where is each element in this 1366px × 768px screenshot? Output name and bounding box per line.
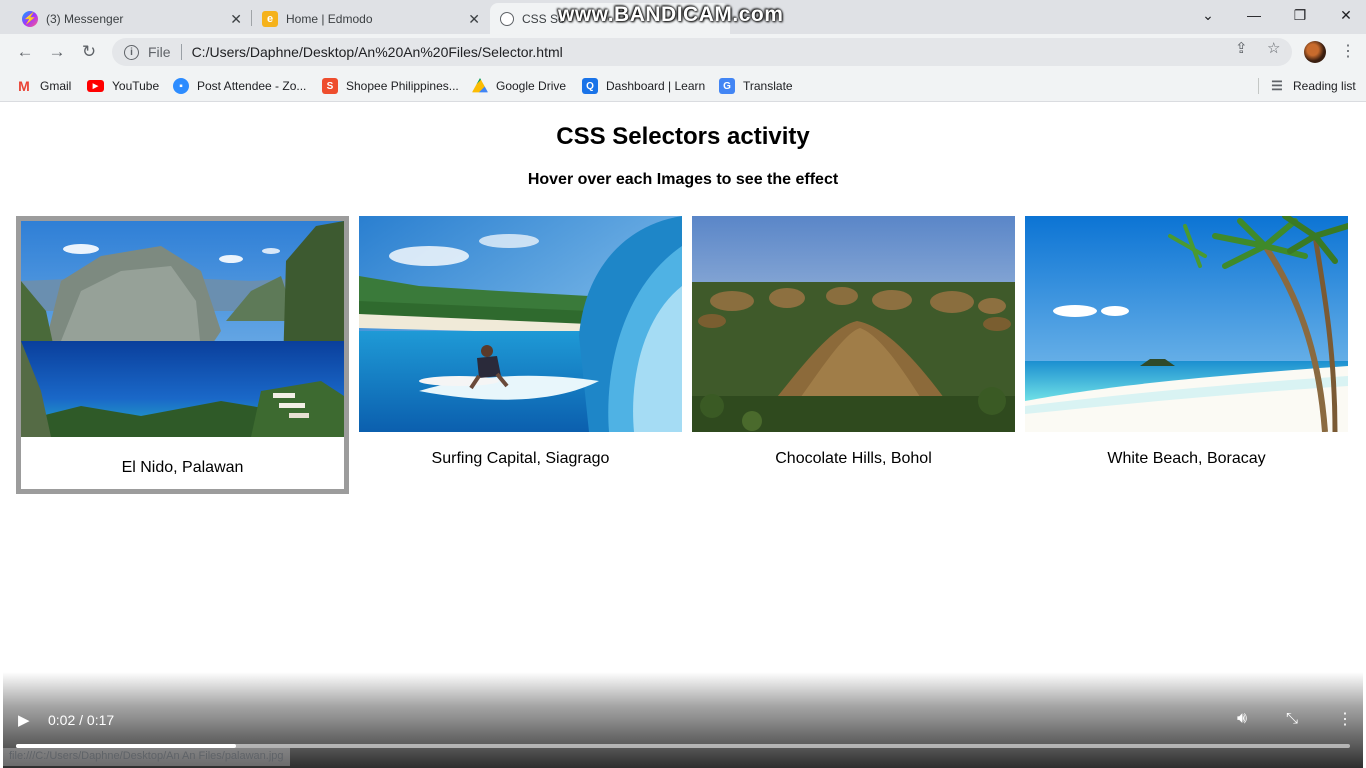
minimize-icon[interactable]: — xyxy=(1231,0,1277,30)
translate-icon: G xyxy=(719,78,735,94)
card-caption: Chocolate Hills, Bohol xyxy=(775,450,932,467)
bookmark-star-icon[interactable]: ☆ xyxy=(1267,39,1280,57)
restore-icon[interactable]: ❐ xyxy=(1277,0,1323,30)
card-caption: Surfing Capital, Siagrago xyxy=(431,450,610,467)
close-window-icon[interactable]: ✕ xyxy=(1323,0,1366,30)
chocolate-hills-photo xyxy=(692,216,1015,432)
tab-search-chevron-icon[interactable]: ⌄ xyxy=(1185,0,1231,30)
volume-icon[interactable]: 🔊︎ xyxy=(1237,710,1247,728)
bookmark-gmail[interactable]: M Gmail xyxy=(16,76,71,96)
el-nido-photo xyxy=(21,221,344,437)
zoom-icon: ▪ xyxy=(173,78,189,94)
video-time: 0:02 / 0:17 xyxy=(48,712,115,728)
address-divider xyxy=(180,44,182,60)
tab-title: Home | Edmodo xyxy=(286,11,373,26)
bookmarks-bar: M Gmail ▶ YouTube ▪ Post Attendee - Zo..… xyxy=(0,70,1366,102)
learn-icon: Q xyxy=(582,78,598,94)
video-menu-icon[interactable]: ⋮ xyxy=(1337,709,1353,729)
address-url[interactable]: C:/Users/Daphne/Desktop/An%20An%20Files/… xyxy=(192,44,563,60)
menu-kebab-icon[interactable]: ⋮ xyxy=(1340,41,1356,61)
tab-messenger[interactable]: ⚡ (3) Messenger ✕ xyxy=(12,3,250,34)
bookmark-label: Google Drive xyxy=(496,79,567,93)
globe-icon xyxy=(500,11,514,26)
card-caption: White Beach, Boracay xyxy=(1107,450,1266,467)
play-icon[interactable]: ▶ xyxy=(18,711,30,729)
shopee-icon: S xyxy=(322,78,338,94)
address-scheme: File xyxy=(148,44,171,60)
screen: ⚡ (3) Messenger ✕ e Home | Edmodo ✕ CSS … xyxy=(0,0,1366,768)
surfing-photo xyxy=(359,216,682,432)
profile-avatar[interactable] xyxy=(1304,41,1326,63)
page-content: CSS Selectors activity Hover over each I… xyxy=(3,103,1363,768)
bookmark-label: Shopee Philippines... xyxy=(346,79,459,93)
bookmark-label: Post Attendee - Zo... xyxy=(197,79,307,93)
close-tab-icon[interactable]: ✕ xyxy=(230,11,242,28)
tab-strip: ⚡ (3) Messenger ✕ e Home | Edmodo ✕ CSS … xyxy=(0,0,1366,34)
status-bar-url: file:///C:/Users/Daphne/Desktop/An An Fi… xyxy=(3,748,290,766)
reading-list-label: Reading list xyxy=(1293,79,1356,93)
youtube-icon: ▶ xyxy=(87,80,104,92)
forward-arrow-icon[interactable]: → xyxy=(44,39,70,65)
card-caption: El Nido, Palawan xyxy=(121,459,244,476)
bookmark-label: Dashboard | Learn xyxy=(606,79,706,93)
exit-fullscreen-icon[interactable]: ⤡ xyxy=(1286,710,1298,727)
image-card-el-nido[interactable]: El Nido, Palawan xyxy=(16,216,349,494)
address-bar[interactable]: i File C:/Users/Daphne/Desktop/An%20An%2… xyxy=(112,38,1292,66)
bookmark-label: Translate xyxy=(743,79,793,93)
bookmark-dashboard-learn[interactable]: Q Dashboard | Learn xyxy=(582,76,705,96)
image-card-surfing[interactable]: Surfing Capital, Siagrago xyxy=(359,216,682,476)
edmodo-icon: e xyxy=(262,10,278,27)
bookmark-label: YouTube xyxy=(112,79,160,93)
browser-toolbar: ← → ↻ i File C:/Users/Daphne/Desktop/An%… xyxy=(0,34,1366,70)
bookmark-translate[interactable]: G Translate xyxy=(719,76,793,96)
image-card-white-beach[interactable]: White Beach, Boracay xyxy=(1025,216,1348,476)
reading-list-icon: ☰ xyxy=(1271,78,1283,93)
tab-title: (3) Messenger xyxy=(46,11,124,26)
page-title: CSS Selectors activity xyxy=(556,123,810,150)
bookmark-youtube[interactable]: ▶ YouTube xyxy=(87,76,159,96)
bookmark-shopee[interactable]: S Shopee Philippines... xyxy=(322,76,459,96)
white-beach-photo xyxy=(1025,216,1348,432)
image-card-chocolate-hills[interactable]: Chocolate Hills, Bohol xyxy=(692,216,1015,476)
bookmark-google-drive[interactable]: Google Drive xyxy=(472,76,566,96)
bookmark-zoom[interactable]: ▪ Post Attendee - Zo... xyxy=(173,76,306,96)
bookmark-label: Gmail xyxy=(40,79,72,93)
site-info-icon[interactable]: i xyxy=(124,44,139,60)
share-icon[interactable]: ⇪ xyxy=(1235,39,1248,57)
reading-list-button[interactable]: ☰ Reading list xyxy=(1269,76,1356,96)
page-subtitle: Hover over each Images to see the effect xyxy=(527,171,839,188)
back-arrow-icon[interactable]: ← xyxy=(12,39,38,65)
close-tab-icon[interactable]: ✕ xyxy=(468,11,480,28)
bandicam-watermark: www.BANDICAM.com xyxy=(558,3,784,26)
messenger-icon: ⚡ xyxy=(22,10,38,27)
tab-edmodo[interactable]: e Home | Edmodo ✕ xyxy=(252,3,488,34)
gmail-icon: M xyxy=(18,78,30,94)
bookmark-separator xyxy=(1258,78,1259,94)
reload-icon[interactable]: ↻ xyxy=(76,39,102,65)
drive-icon xyxy=(472,78,488,93)
